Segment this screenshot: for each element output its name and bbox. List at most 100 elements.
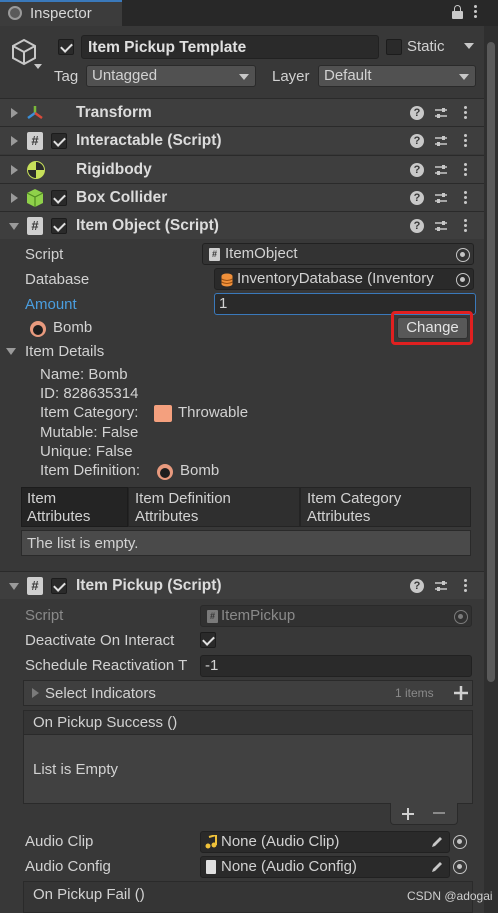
component-menu-icon[interactable] <box>464 191 468 205</box>
deactivate-toggle[interactable] <box>200 632 216 648</box>
tab-label-line: Item <box>27 490 57 507</box>
inspector-tab[interactable]: Inspector <box>0 0 122 26</box>
foldout-arrow-icon[interactable] <box>11 108 18 118</box>
gameobject-active-toggle[interactable] <box>58 39 74 55</box>
schedule-label: Schedule Reactivation T <box>25 657 188 674</box>
schedule-input[interactable]: -1 <box>200 655 472 677</box>
layer-label: Layer <box>272 68 310 85</box>
component-item-pickup[interactable]: # Item Pickup (Script) ? <box>0 571 484 599</box>
select-indicators-header[interactable]: Select Indicators 1 items <box>23 680 473 706</box>
bomb-icon <box>30 321 46 337</box>
detail-definition-value: Bomb <box>180 462 220 479</box>
script-field[interactable]: # ItemObject <box>202 243 474 265</box>
presets-icon[interactable] <box>434 191 448 205</box>
foldout-arrow-icon[interactable] <box>9 223 19 230</box>
presets-icon[interactable] <box>434 219 448 233</box>
component-title: Rigidbody <box>76 161 152 178</box>
database-value: InventoryDatabase (Inventory <box>237 270 434 287</box>
add-icon[interactable] <box>453 685 469 701</box>
component-item-object[interactable]: # Item Object (Script) ? <box>0 211 484 239</box>
foldout-arrow-icon[interactable] <box>11 136 18 146</box>
component-menu-icon[interactable] <box>464 106 468 120</box>
component-enabled-toggle[interactable] <box>51 190 67 206</box>
icon-dropdown-arrow[interactable] <box>34 64 42 69</box>
tag-dropdown[interactable]: Untagged <box>86 65 256 87</box>
on-pickup-fail-label: On Pickup Fail () <box>33 886 145 903</box>
help-icon[interactable]: ? <box>410 134 424 148</box>
presets-icon[interactable] <box>434 579 448 593</box>
gameobject-name-field[interactable]: Item Pickup Template <box>81 35 379 59</box>
detail-id: ID: 828635314 <box>40 385 139 402</box>
tab-item-definition-attributes[interactable]: Item Definition Attributes <box>128 487 300 527</box>
static-toggle[interactable] <box>386 39 402 55</box>
component-enabled-toggle[interactable] <box>51 578 67 594</box>
tab-label-line: Item Definition <box>135 490 231 507</box>
component-transform[interactable]: Transform ? <box>0 98 484 126</box>
presets-icon[interactable] <box>434 134 448 148</box>
pickup-script-field: # ItemPickup <box>200 605 472 627</box>
component-menu-icon[interactable] <box>464 219 468 233</box>
gameobject-cube-icon[interactable] <box>10 38 38 66</box>
pencil-icon[interactable] <box>430 835 444 849</box>
component-enabled-toggle[interactable] <box>51 218 67 234</box>
watermark: CSDN @adogai <box>407 889 493 903</box>
foldout-arrow-icon[interactable] <box>9 583 19 590</box>
script-label: Script <box>25 246 64 263</box>
component-title: Item Pickup (Script) <box>76 577 222 594</box>
component-interactable[interactable]: # Interactable (Script) ? <box>0 126 484 154</box>
add-event-icon[interactable] <box>402 807 414 820</box>
item-details-label[interactable]: Item Details <box>25 343 104 360</box>
component-title: Transform <box>76 104 152 121</box>
component-menu-icon[interactable] <box>464 579 468 593</box>
amount-value: 1 <box>219 295 228 312</box>
item-details-foldout-icon[interactable] <box>6 348 16 355</box>
detail-definition-label: Item Definition: <box>40 462 141 479</box>
layer-value: Default <box>324 67 372 84</box>
help-icon[interactable]: ? <box>410 191 424 205</box>
foldout-arrow-icon[interactable] <box>11 193 18 203</box>
tag-value: Untagged <box>92 67 158 84</box>
detail-unique: Unique: False <box>40 443 133 460</box>
foldout-arrow-icon[interactable] <box>11 165 18 175</box>
on-pickup-fail-event: On Pickup Fail () <box>23 881 473 913</box>
component-menu-icon[interactable] <box>464 134 468 148</box>
component-menu-icon[interactable] <box>464 163 468 177</box>
object-picker-icon[interactable] <box>456 273 470 287</box>
presets-icon[interactable] <box>434 163 448 177</box>
tag-label: Tag <box>54 68 79 85</box>
layer-dropdown[interactable]: Default <box>318 65 476 87</box>
help-icon[interactable]: ? <box>410 106 424 120</box>
script-hash-icon: # <box>27 577 43 595</box>
object-picker-icon[interactable] <box>453 860 467 874</box>
component-box-collider[interactable]: Box Collider ? <box>0 183 484 211</box>
database-field[interactable]: InventoryDatabase (Inventory <box>214 268 474 290</box>
audio-config-field[interactable]: None (Audio Config) <box>200 856 450 878</box>
script-file-icon: # <box>207 610 218 623</box>
rigidbody-icon <box>27 161 45 179</box>
foldout-arrow-icon[interactable] <box>32 688 39 698</box>
scrollbar-thumb[interactable] <box>487 42 495 682</box>
component-rigidbody[interactable]: Rigidbody ? <box>0 155 484 183</box>
help-icon[interactable]: ? <box>410 579 424 593</box>
static-dropdown-arrow[interactable] <box>464 43 474 49</box>
object-picker-icon[interactable] <box>453 835 467 849</box>
audio-clip-field[interactable]: None (Audio Clip) <box>200 831 450 853</box>
pickup-script-label: Script <box>25 607 64 624</box>
help-icon[interactable]: ? <box>410 219 424 233</box>
list-empty-label: The list is empty. <box>27 535 139 552</box>
pencil-icon[interactable] <box>430 860 444 874</box>
select-indicators-label: Select Indicators <box>45 685 156 702</box>
object-picker-icon[interactable] <box>456 248 470 262</box>
remove-event-icon[interactable] <box>433 812 445 814</box>
detail-mutable: Mutable: False <box>40 424 139 441</box>
tab-item-attributes[interactable]: Item Attributes <box>21 487 128 527</box>
help-icon[interactable]: ? <box>410 163 424 177</box>
tab-item-category-attributes[interactable]: Item Category Attributes <box>300 487 471 527</box>
presets-icon[interactable] <box>434 106 448 120</box>
lock-icon[interactable] <box>452 5 463 19</box>
component-enabled-toggle[interactable] <box>51 133 67 149</box>
tab-menu-icon[interactable] <box>474 5 478 19</box>
amount-label: Amount <box>25 296 77 313</box>
script-hash-icon: # <box>27 217 43 235</box>
change-button[interactable]: Change <box>397 317 468 339</box>
